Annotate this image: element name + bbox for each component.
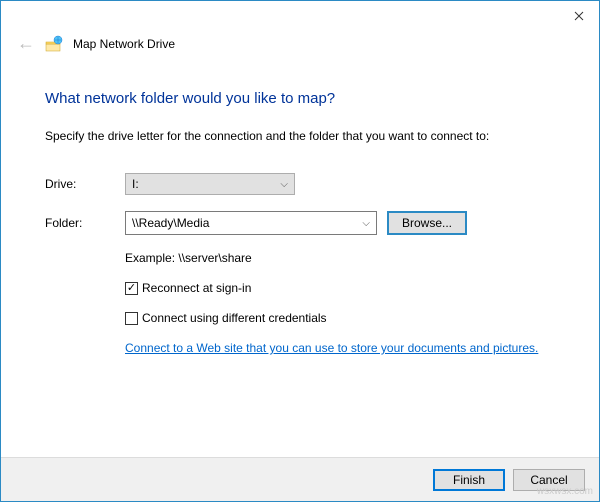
chevron-down-icon: ⌵: [280, 179, 288, 190]
drive-value: I:: [132, 177, 139, 191]
drive-row: Drive: I: ⌵: [45, 173, 555, 195]
finish-button[interactable]: Finish: [433, 469, 505, 491]
wizard-title: Map Network Drive: [73, 37, 175, 51]
credentials-checkbox[interactable]: [125, 312, 138, 325]
reconnect-checkbox[interactable]: ✓: [125, 282, 138, 295]
back-arrow-icon: ←: [17, 33, 35, 54]
folder-dropdown[interactable]: \\Ready\Media ⌵: [125, 211, 377, 235]
folder-value: \\Ready\Media: [132, 216, 209, 230]
chevron-down-icon: ⌵: [362, 218, 370, 229]
instruction-text: Specify the drive letter for the connect…: [45, 129, 555, 143]
page-heading: What network folder would you like to ma…: [45, 90, 555, 107]
reconnect-row: ✓ Reconnect at sign-in: [125, 281, 555, 295]
folder-label: Folder:: [45, 216, 125, 230]
drive-label: Drive:: [45, 177, 125, 191]
credentials-label: Connect using different credentials: [142, 311, 327, 325]
drive-dropdown[interactable]: I: ⌵: [125, 173, 295, 195]
folder-row: Folder: \\Ready\Media ⌵ Browse...: [45, 211, 555, 235]
cancel-button[interactable]: Cancel: [513, 469, 585, 491]
titlebar: [1, 1, 599, 31]
example-text: Example: \\server\share: [125, 251, 555, 265]
network-drive-icon: [45, 35, 63, 53]
close-button[interactable]: [559, 2, 599, 30]
credentials-row: Connect using different credentials: [125, 311, 555, 325]
web-site-link[interactable]: Connect to a Web site that you can use t…: [125, 341, 538, 355]
content-area: What network folder would you like to ma…: [1, 72, 599, 355]
close-icon: [574, 11, 584, 21]
reconnect-label: Reconnect at sign-in: [142, 281, 251, 295]
options-block: Example: \\server\share ✓ Reconnect at s…: [125, 251, 555, 355]
browse-button[interactable]: Browse...: [387, 211, 467, 235]
wizard-header: ← Map Network Drive: [1, 31, 599, 72]
footer-bar: Finish Cancel: [1, 457, 599, 501]
